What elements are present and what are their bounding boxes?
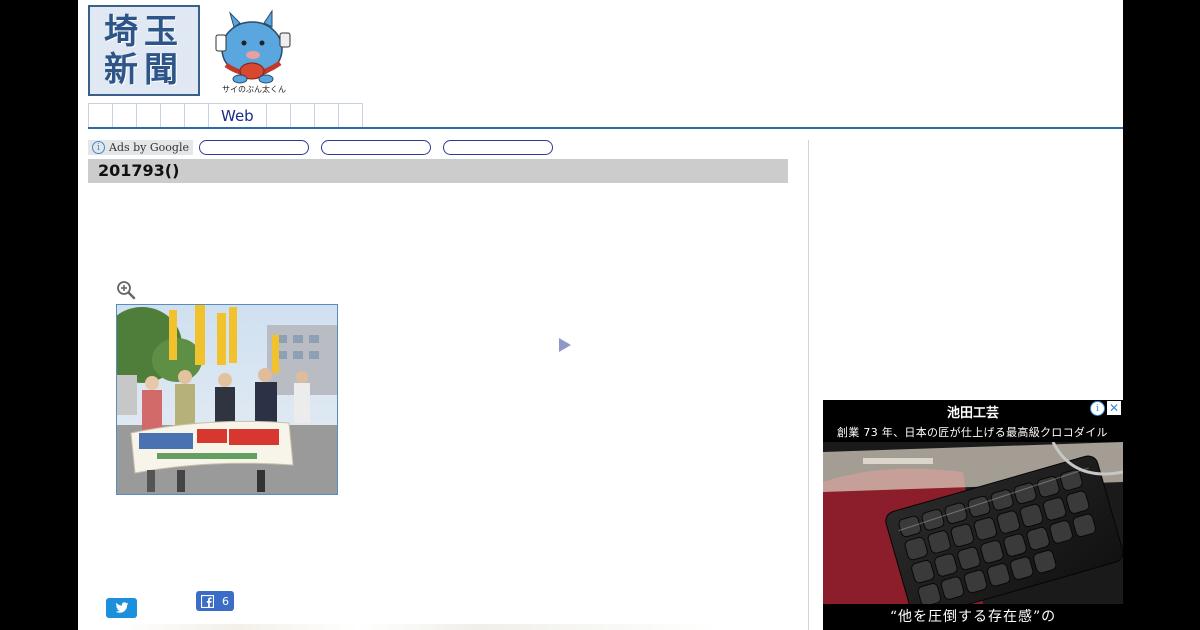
ad-link-pill-1[interactable] xyxy=(198,140,309,155)
zoom-in-icon[interactable] xyxy=(116,280,136,300)
ads-bar: i Ads by Google xyxy=(88,140,553,155)
article-title: 201793() xyxy=(98,161,180,180)
bottom-content-strip xyxy=(118,624,718,630)
ad-link-pill-2[interactable] xyxy=(320,140,431,155)
ads-label-text: Ads by Google xyxy=(109,141,189,154)
mascot-caption: サイのぶん太くん xyxy=(222,85,286,94)
mascot-image[interactable]: サイのぶん太くん xyxy=(206,5,302,95)
column-divider xyxy=(808,140,809,630)
mascot-illustration xyxy=(215,9,291,84)
ad-wallet-image xyxy=(823,442,1123,604)
sidebar-ad[interactable]: 池田工芸 i ✕ 創業 73 年、日本の匠が仕上げる最高級クロコダイル “他を圧… xyxy=(823,400,1123,630)
twitter-share-button[interactable] xyxy=(106,598,137,618)
article-photo[interactable] xyxy=(116,304,338,495)
nav-item-3[interactable] xyxy=(136,103,161,127)
ad-description: 創業 73 年、日本の匠が仕上げる最高級クロコダイル xyxy=(837,426,1108,439)
nav-item-10[interactable] xyxy=(337,103,363,127)
ad-footer-text: “他を圧倒する存在感”の xyxy=(889,609,1057,625)
ads-by-google-label[interactable]: i Ads by Google xyxy=(88,140,193,155)
nav-item-1[interactable] xyxy=(88,103,113,127)
info-icon: i xyxy=(92,141,105,154)
nav-item-4[interactable] xyxy=(160,103,185,127)
facebook-share-count: 6 xyxy=(222,594,229,608)
logo-line-2: 新聞 xyxy=(104,49,184,90)
nav-item-web[interactable]: Web xyxy=(208,103,267,127)
nav-item-8[interactable] xyxy=(289,103,315,127)
ad-link-pill-3[interactable] xyxy=(442,140,553,155)
nav-item-2[interactable] xyxy=(112,103,137,127)
twitter-bird-icon xyxy=(115,602,128,613)
nav-item-7[interactable] xyxy=(265,103,291,127)
article-title-bar: 201793() xyxy=(88,159,788,183)
ad-close-icon[interactable]: ✕ xyxy=(1107,401,1121,415)
site-logo[interactable]: 埼玉 新聞 xyxy=(88,5,200,96)
play-arrow-icon[interactable] xyxy=(558,337,572,353)
ad-choices: i ✕ xyxy=(1090,401,1121,416)
nav-item-9[interactable] xyxy=(313,103,339,127)
main-nav: Web xyxy=(88,103,363,127)
adchoices-icon[interactable]: i xyxy=(1090,401,1105,416)
page: 埼玉 新聞 サイのぶん太くん Web i Ads by Google 20179… xyxy=(78,0,1123,630)
nav-divider xyxy=(88,127,1123,129)
facebook-share-button[interactable]: 6 xyxy=(196,591,234,611)
protest-march-photo xyxy=(117,305,337,494)
facebook-icon xyxy=(201,594,214,608)
logo-line-1: 埼玉 xyxy=(104,11,184,52)
ad-brand: 池田工芸 xyxy=(946,406,999,421)
nav-item-5[interactable] xyxy=(184,103,209,127)
